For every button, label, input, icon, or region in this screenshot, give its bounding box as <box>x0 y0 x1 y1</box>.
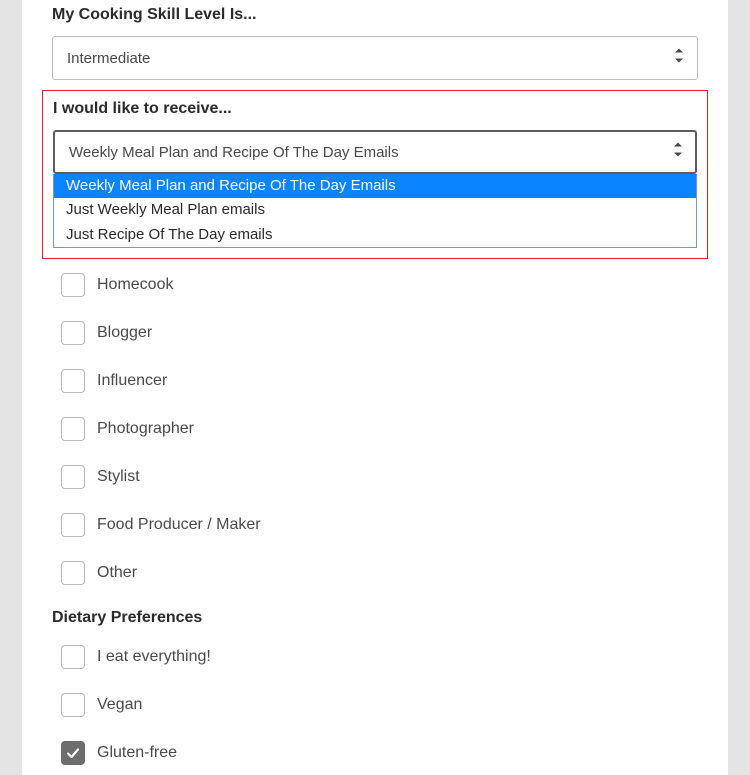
role-row: Other <box>61 561 698 585</box>
receive-select[interactable]: Weekly Meal Plan and Recipe Of The Day E… <box>53 130 697 174</box>
receive-select-value: Weekly Meal Plan and Recipe Of The Day E… <box>69 144 399 161</box>
role-row: Influencer <box>61 369 698 393</box>
dietary-heading: Dietary Preferences <box>52 609 698 627</box>
role-label: Stylist <box>97 468 140 486</box>
role-checkbox[interactable] <box>61 561 85 585</box>
dietary-row: Gluten-free <box>61 741 698 765</box>
role-row: Homecook <box>61 273 698 297</box>
dietary-checkbox[interactable] <box>61 741 85 765</box>
dietary-row: I eat everything! <box>61 645 698 669</box>
role-label: Photographer <box>97 420 194 438</box>
role-label: Blogger <box>97 324 152 342</box>
role-checkbox[interactable] <box>61 513 85 537</box>
dietary-checkbox[interactable] <box>61 693 85 717</box>
roles-group: Homecook Blogger Influencer Photographer… <box>52 273 698 585</box>
role-checkbox[interactable] <box>61 465 85 489</box>
receive-option[interactable]: Just Weekly Meal Plan emails <box>54 198 696 222</box>
role-checkbox[interactable] <box>61 417 85 441</box>
dietary-row: Vegan <box>61 693 698 717</box>
receive-label: I would like to receive... <box>53 100 697 118</box>
dietary-label: I eat everything! <box>97 648 211 666</box>
role-row: Stylist <box>61 465 698 489</box>
dietary-label: Gluten-free <box>97 744 177 762</box>
role-checkbox[interactable] <box>61 321 85 345</box>
role-checkbox[interactable] <box>61 273 85 297</box>
receive-option[interactable]: Just Recipe Of The Day emails <box>54 223 696 247</box>
role-label: Homecook <box>97 276 173 294</box>
dietary-label: Vegan <box>97 696 142 714</box>
skill-select-value: Intermediate <box>67 50 150 67</box>
receive-dropdown: Weekly Meal Plan and Recipe Of The Day E… <box>53 174 697 248</box>
dietary-checkbox[interactable] <box>61 645 85 669</box>
skill-field: My Cooking Skill Level Is... Intermediat… <box>52 0 698 80</box>
role-label: Influencer <box>97 372 167 390</box>
skill-label: My Cooking Skill Level Is... <box>52 6 698 24</box>
role-checkbox[interactable] <box>61 369 85 393</box>
role-row: Photographer <box>61 417 698 441</box>
role-label: Food Producer / Maker <box>97 516 261 534</box>
skill-select[interactable]: Intermediate <box>52 36 698 80</box>
form-page: My Cooking Skill Level Is... Intermediat… <box>22 0 728 775</box>
receive-select-control[interactable]: Weekly Meal Plan and Recipe Of The Day E… <box>53 130 697 174</box>
skill-select-control[interactable]: Intermediate <box>52 36 698 80</box>
receive-option[interactable]: Weekly Meal Plan and Recipe Of The Day E… <box>54 174 696 198</box>
role-label: Other <box>97 564 137 582</box>
role-row: Food Producer / Maker <box>61 513 698 537</box>
role-row: Blogger <box>61 321 698 345</box>
receive-field: I would like to receive... Weekly Meal P… <box>53 100 697 248</box>
dietary-group: I eat everything! Vegan Gluten-free <box>52 645 698 765</box>
check-icon <box>66 746 80 760</box>
receive-highlight: I would like to receive... Weekly Meal P… <box>42 90 708 259</box>
